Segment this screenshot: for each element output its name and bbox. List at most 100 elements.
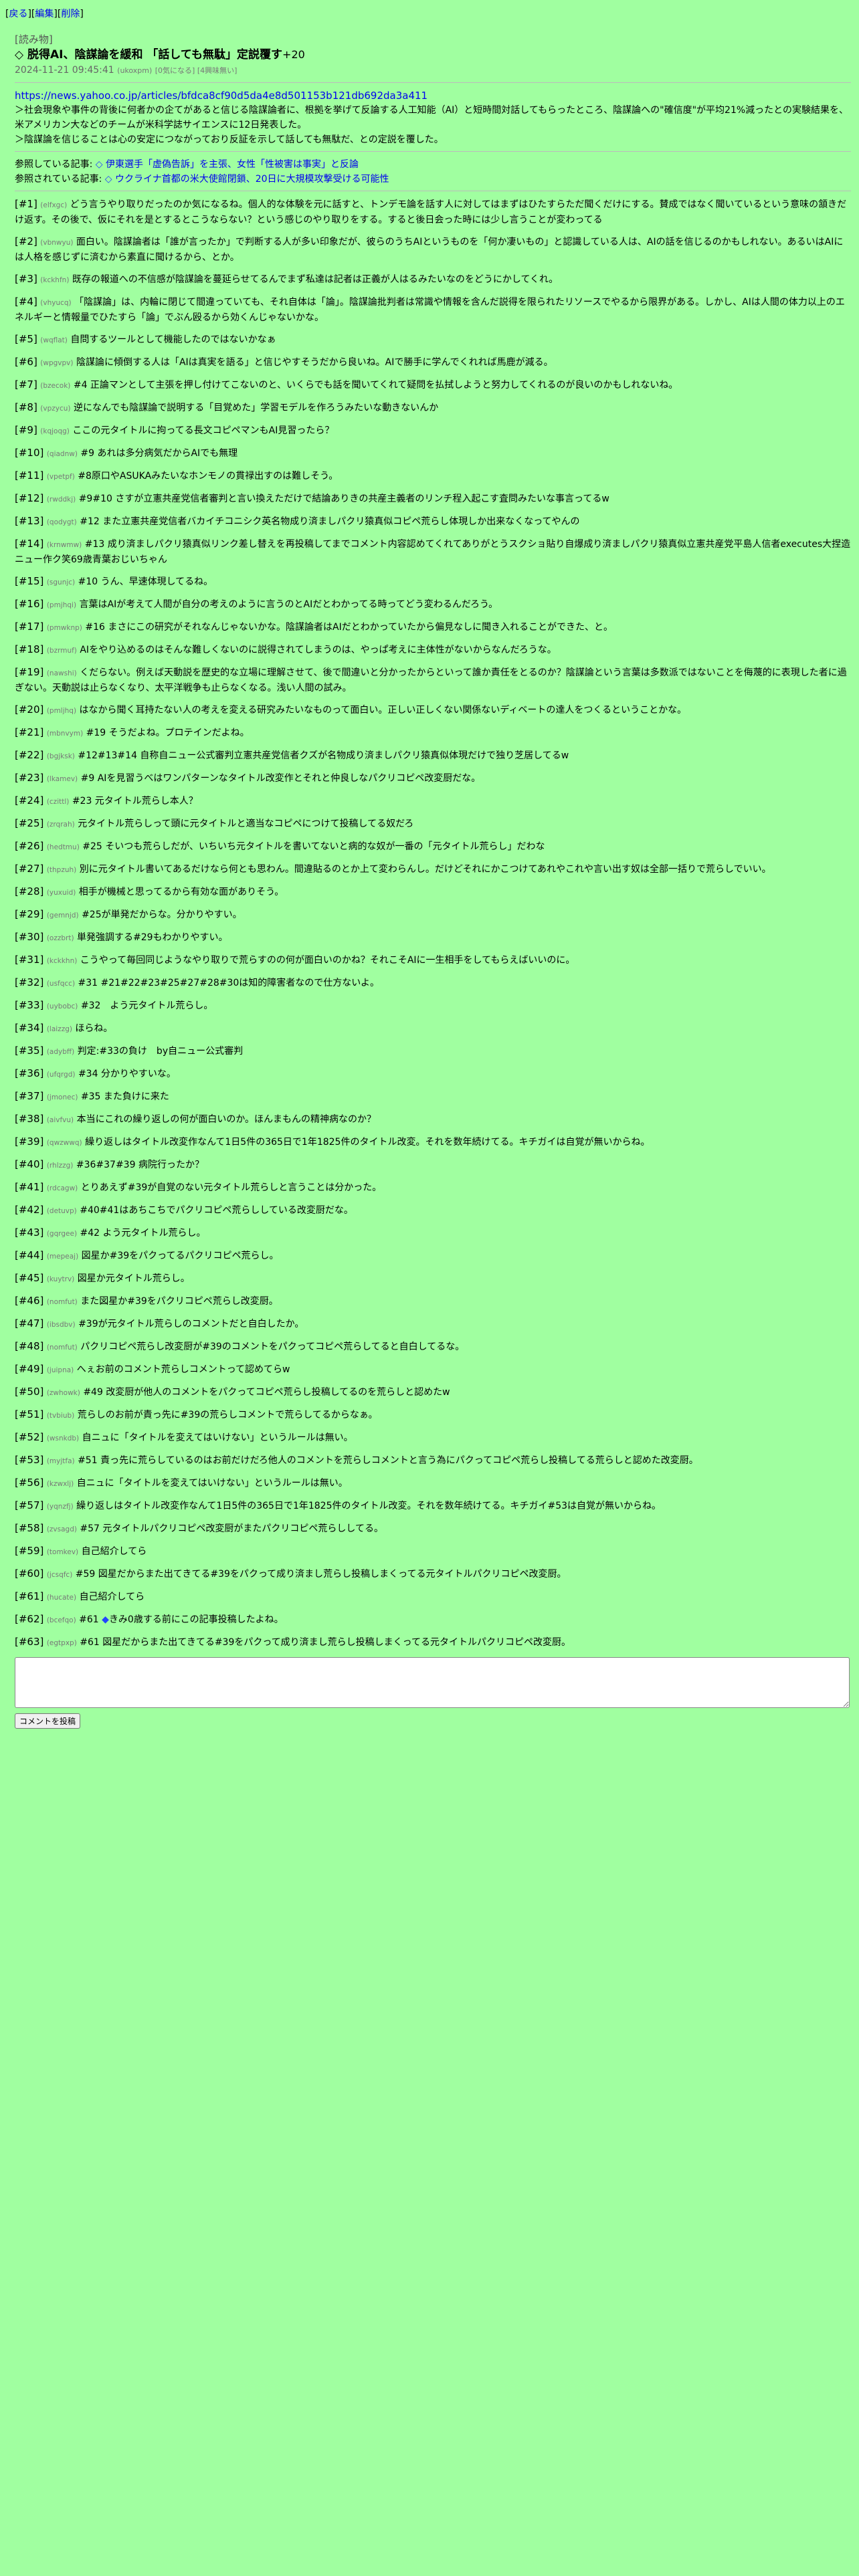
comment-number[interactable]: [#51] [15, 1408, 43, 1420]
referenced-by-article-link[interactable]: ウクライナ首都の米大使館閉鎖、20日に大規模攻撃受ける可能性 [115, 174, 389, 185]
comment-item: [#33] (uybobc) #32 よう元タイトル荒らし。 [15, 998, 851, 1014]
comment-number[interactable]: [#35] [15, 1045, 43, 1057]
comment-number[interactable]: [#2] [15, 235, 37, 247]
comment-item: [#52] (wsnkdb) 自ニュに「タイトルを変えてはいけない」というルール… [15, 1430, 851, 1446]
comment-number[interactable]: [#23] [15, 772, 43, 784]
comment-number[interactable]: [#8] [15, 401, 37, 413]
comment-item: [#31] (kckkhn) こうやって毎回同じようなやり取りで荒らすのの何が面… [15, 952, 851, 968]
comment-number[interactable]: [#45] [15, 1272, 43, 1284]
comment-number[interactable]: [#60] [15, 1568, 43, 1580]
referencing-article-link[interactable]: 伊東選手「虚偽告訴」を主張、女性「性被害は事実」と反論 [106, 159, 359, 170]
comment-number[interactable]: [#50] [15, 1386, 43, 1398]
comment-text: 自問するツールとして機能したのではないかなぁ [70, 334, 276, 345]
comment-number[interactable]: [#24] [15, 794, 43, 807]
divider [15, 82, 851, 83]
comment-number[interactable]: [#13] [15, 515, 43, 527]
comment-number[interactable]: [#7] [15, 379, 37, 391]
comment-item: [#6] (wpgvpv) 陰謀論に傾倒する人は「AIは真実を語る」と信じやすそ… [15, 354, 851, 370]
post-comment-button[interactable]: コメントを投稿 [15, 1713, 81, 1729]
comment-number[interactable]: [#38] [15, 1113, 43, 1125]
comment-number[interactable]: [#5] [15, 333, 37, 345]
comment-item: [#22] (bgjksk) #12#13#14 自称自ニュー公式審判立憲共産党… [15, 748, 851, 764]
comment-number[interactable]: [#34] [15, 1022, 43, 1034]
comment-number[interactable]: [#63] [15, 1636, 43, 1648]
comment-text: 既存の報道への不信感が陰謀論を蔓延らせてるんでまず私達は記者は正義が人はるみたい… [72, 274, 559, 285]
edit-link[interactable]: 編集 [35, 9, 54, 19]
comment-number[interactable]: [#22] [15, 749, 43, 761]
comment-number[interactable]: [#40] [15, 1158, 43, 1170]
comment-number[interactable]: [#3] [15, 273, 37, 285]
comment-number[interactable]: [#20] [15, 704, 43, 716]
comment-number[interactable]: [#43] [15, 1226, 43, 1239]
comment-number[interactable]: [#49] [15, 1363, 43, 1375]
comment-item: [#59] (tomkev) 自己紹介してら [15, 1543, 851, 1560]
source-url-link[interactable]: https://news.yahoo.co.jp/articles/bfdca8… [15, 90, 427, 102]
comment-number[interactable]: [#59] [15, 1545, 43, 1557]
comment-number[interactable]: [#28] [15, 885, 43, 897]
comment-number[interactable]: [#42] [15, 1204, 43, 1216]
comment-number[interactable]: [#57] [15, 1499, 43, 1511]
comment-text: 別に元タイトル書いてあるだけなら何とも思わん。間違貼るのとか上て変わらんし。だけ… [79, 864, 771, 875]
comment-number[interactable]: [#1] [15, 198, 37, 210]
comment-number[interactable]: [#19] [15, 666, 43, 678]
comment-number[interactable]: [#29] [15, 908, 43, 920]
comment-text: #42 よう元タイトル荒らし。 [80, 1228, 206, 1239]
comment-number[interactable]: [#36] [15, 1067, 43, 1079]
comment-number[interactable]: [#53] [15, 1454, 43, 1466]
comment-number[interactable]: [#52] [15, 1431, 43, 1443]
comment-number[interactable]: [#21] [15, 726, 43, 738]
comment-number[interactable]: [#25] [15, 817, 43, 829]
back-link[interactable]: 戻る [9, 9, 27, 19]
author-id: (ukoxpm) [117, 66, 153, 75]
comment-number[interactable]: [#32] [15, 976, 43, 988]
comment-user-id: (jmonec) [46, 1093, 78, 1101]
comment-user-id: (myjtfa) [46, 1457, 75, 1465]
comment-number[interactable]: [#39] [15, 1136, 43, 1148]
comment-user-id: (adybff) [46, 1048, 75, 1056]
comment-number[interactable]: [#12] [15, 492, 43, 504]
divider [15, 151, 851, 152]
comment-number[interactable]: [#18] [15, 643, 43, 655]
comment-number[interactable]: [#47] [15, 1317, 43, 1329]
comment-text: 単発強調する#29もわかりやすい。 [77, 932, 228, 943]
comment-number[interactable]: [#48] [15, 1340, 43, 1352]
comment-user-id: (wsnkdb) [46, 1434, 80, 1442]
comment-user-id: (bgjksk) [46, 752, 75, 760]
comment-number[interactable]: [#44] [15, 1249, 43, 1261]
comment-number[interactable]: [#30] [15, 931, 43, 943]
comment-list: [#1] (elfxgc) どう言うやり取りだったのか気になるね。個人的な体験を… [15, 197, 851, 1650]
comment-user-id: (sgunjc) [46, 578, 76, 586]
comment-number[interactable]: [#6] [15, 356, 37, 368]
comment-number[interactable]: [#33] [15, 999, 43, 1011]
comment-number[interactable]: [#17] [15, 621, 43, 633]
comment-input[interactable] [15, 1657, 850, 1708]
comment-number[interactable]: [#37] [15, 1090, 43, 1102]
comment-number[interactable]: [#41] [15, 1181, 43, 1193]
comment-item: [#2] (vbnwyu) 面白い。陰謀論者は「誰が言ったか」で判断する人が多い… [15, 234, 851, 265]
comment-number[interactable]: [#4] [15, 296, 37, 308]
comment-user-id: (juipna) [46, 1366, 74, 1374]
comment-number[interactable]: [#15] [15, 575, 43, 587]
comment-number[interactable]: [#26] [15, 840, 43, 852]
interest-tags[interactable]: [0気になる] [4興味無い] [155, 66, 237, 75]
comment-number[interactable]: [#27] [15, 863, 43, 875]
delete-link[interactable]: 削除 [61, 9, 80, 19]
comment-number[interactable]: [#10] [15, 447, 43, 459]
comment-number[interactable]: [#56] [15, 1477, 43, 1489]
comment-number[interactable]: [#61] [15, 1590, 43, 1602]
comment-item: [#11] (vpetpf) #8原口やASUKAみたいなホンモノの貫禄出すのは… [15, 468, 851, 484]
comment-item: [#41] (rdcagw) とりあえず#39が自覚のない元タイトル荒らしと言う… [15, 1180, 851, 1196]
comment-text: 元タイトル荒らしって頭に元タイトルと適当なコピペにつけて投稿してる奴だろ [78, 819, 414, 829]
comment-number[interactable]: [#14] [15, 538, 43, 550]
comment-number[interactable]: [#46] [15, 1295, 43, 1307]
comment-user-id: (kqjoqg) [40, 427, 70, 435]
comment-item: [#1] (elfxgc) どう言うやり取りだったのか気になるね。個人的な体験を… [15, 197, 851, 227]
comment-number[interactable]: [#31] [15, 954, 43, 966]
comment-number[interactable]: [#16] [15, 598, 43, 610]
comment-number[interactable]: [#62] [15, 1613, 43, 1625]
comment-number[interactable]: [#9] [15, 424, 37, 436]
comment-user-id: (rdcagw) [46, 1184, 78, 1192]
comment-number[interactable]: [#11] [15, 469, 43, 481]
comment-number[interactable]: [#58] [15, 1522, 43, 1534]
comment-text: 図星か元タイトル荒らし。 [77, 1273, 190, 1284]
